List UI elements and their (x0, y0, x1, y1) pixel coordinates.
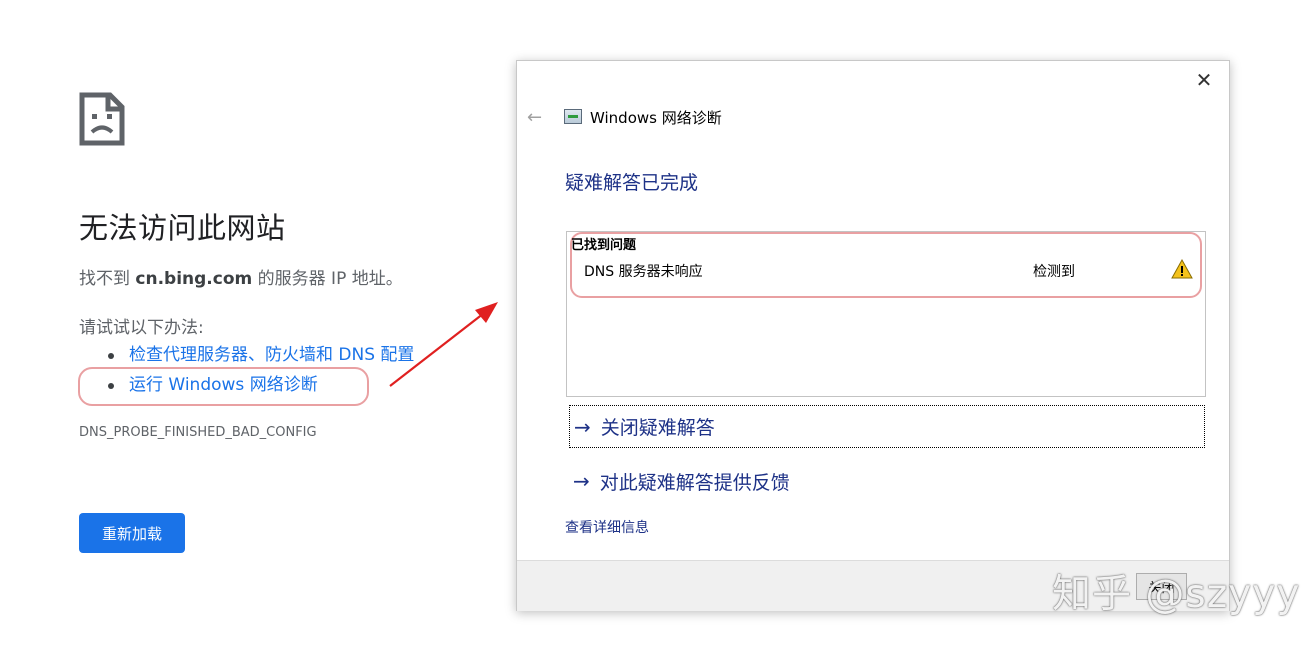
dialog-title: Windows 网络诊断 (590, 109, 722, 127)
dialog-heading: 疑难解答已完成 (565, 172, 699, 194)
host-name: cn.bing.com (135, 269, 253, 289)
arrow-right-icon: → (574, 414, 591, 439)
annotation-arrow (389, 302, 498, 387)
problem-name: DNS 服务器未响应 (584, 264, 703, 280)
network-diagnostics-icon (564, 109, 582, 124)
problem-status: 检测到 (1033, 264, 1075, 280)
try-label: 请试试以下办法: (79, 318, 204, 338)
view-details-link[interactable]: 查看详细信息 (565, 517, 649, 537)
reload-button[interactable]: 重新加载 (79, 513, 185, 553)
warning-icon (1171, 259, 1193, 279)
action-label: 对此疑难解答提供反馈 (599, 471, 790, 494)
network-diagnostics-dialog: ✕ ← Windows 网络诊断 疑难解答已完成 已找到问题 DNS 服务器未响… (516, 60, 1230, 611)
page-title: 无法访问此网站 (79, 211, 286, 245)
close-icon[interactable]: ✕ (1193, 69, 1215, 91)
back-arrow-icon[interactable]: ← (527, 107, 542, 128)
check-proxy-link[interactable]: 检查代理服务器、防火墙和 DNS 配置 (129, 345, 414, 365)
close-troubleshooter-button[interactable]: → 关闭疑难解答 (569, 405, 1205, 448)
problems-header: 已找到问题 (571, 238, 637, 253)
error-code: DNS_PROBE_FINISHED_BAD_CONFIG (79, 425, 317, 440)
annotation-highlight (78, 367, 369, 406)
action-label: 关闭疑难解答 (600, 417, 715, 439)
arrow-right-icon: → (573, 469, 590, 493)
sad-page-icon (79, 92, 125, 146)
error-message: 找不到 cn.bing.com 的服务器 IP 地址。 (79, 269, 403, 289)
feedback-button[interactable]: → 对此疑难解答提供反馈 (569, 466, 790, 496)
watermark: 知乎 @szyyy (1052, 572, 1301, 617)
